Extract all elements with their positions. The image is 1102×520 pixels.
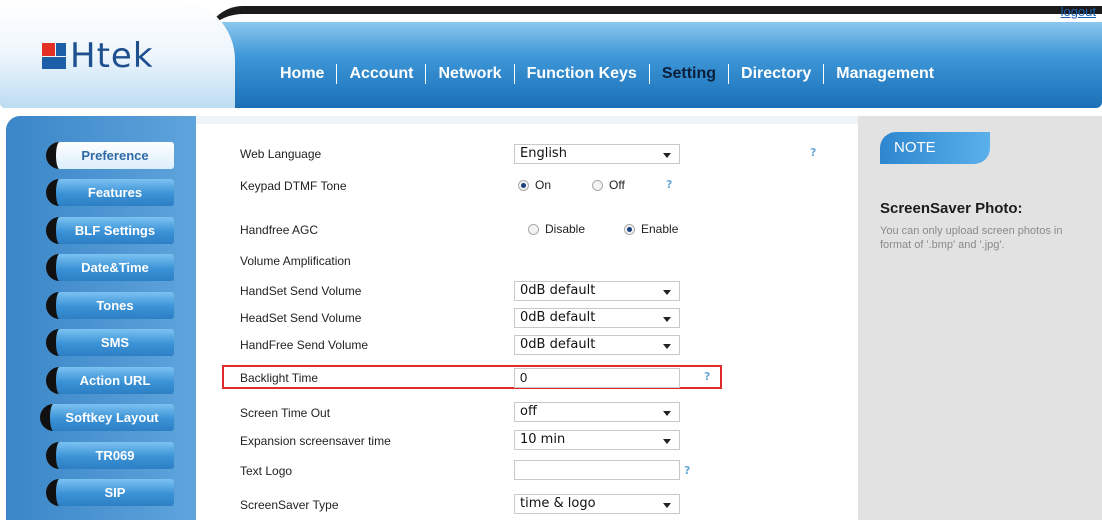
- nav-directory[interactable]: Directory: [729, 65, 823, 83]
- backlight-time-label: Backlight Time: [240, 371, 319, 385]
- expansion-screensaver-value: 10 min: [520, 432, 566, 447]
- chevron-down-icon: [663, 344, 671, 349]
- handfree-agc-disable: Disable: [528, 222, 585, 236]
- screensaver-type-select[interactable]: time & logo: [514, 494, 680, 514]
- expansion-screensaver-label: Expansion screensaver time: [240, 434, 391, 448]
- text-logo-input[interactable]: [514, 460, 680, 480]
- headset-send-volume-value: 0dB default: [520, 310, 596, 325]
- logo-text: Htek: [70, 36, 154, 76]
- screensaver-type-value: time & logo: [520, 496, 596, 511]
- nav-setting[interactable]: Setting: [650, 65, 728, 83]
- note-text: You can only upload screen photos in for…: [880, 225, 1063, 251]
- logout-link[interactable]: logout: [1061, 4, 1096, 19]
- help-icon[interactable]: ?: [684, 464, 690, 477]
- keypad-dtmf-label: Keypad DTMF Tone: [240, 179, 347, 193]
- handfree-send-volume-value: 0dB default: [520, 337, 596, 352]
- sidebar-item-sms[interactable]: SMS: [46, 329, 174, 356]
- form-top-border: [196, 116, 858, 124]
- chevron-down-icon: [663, 153, 671, 158]
- sidebar-item-tones[interactable]: Tones: [46, 292, 174, 319]
- keypad-dtmf-on-radio[interactable]: [518, 179, 529, 191]
- web-language-value: English: [520, 146, 567, 161]
- header: Htek logout Home Account Network Functio…: [0, 0, 1102, 108]
- web-language-select[interactable]: English: [514, 144, 680, 164]
- help-icon[interactable]: ?: [810, 146, 816, 159]
- handfree-agc-disable-label: Disable: [545, 222, 586, 236]
- web-language-label: Web Language: [240, 147, 322, 161]
- handfree-agc-enable-label: Enable: [641, 222, 679, 236]
- text-logo-label: Text Logo: [240, 464, 293, 478]
- nav-home[interactable]: Home: [268, 65, 336, 83]
- backlight-time-input[interactable]: 0: [514, 368, 680, 388]
- note-title: ScreenSaver Photo:: [880, 200, 1023, 217]
- handfree-send-volume-select[interactable]: 0dB default: [514, 335, 680, 355]
- main-nav: Home Account Network Function Keys Setti…: [268, 62, 946, 86]
- sidebar-item-blf-settings[interactable]: BLF Settings: [46, 217, 174, 244]
- headset-send-volume-select[interactable]: 0dB default: [514, 308, 680, 328]
- chevron-down-icon: [663, 290, 671, 295]
- note-tab: NOTE: [880, 132, 990, 164]
- handfree-agc-disable-radio[interactable]: [528, 223, 539, 235]
- help-icon[interactable]: ?: [666, 178, 672, 191]
- nav-function-keys[interactable]: Function Keys: [515, 65, 649, 83]
- sidebar-item-preference[interactable]: Preference: [46, 142, 174, 169]
- keypad-dtmf-on: On: [518, 178, 551, 192]
- handfree-send-volume-label: HandFree Send Volume: [240, 338, 369, 352]
- htek-logo: Htek: [42, 36, 154, 76]
- handset-send-volume-select[interactable]: 0dB default: [514, 281, 680, 301]
- expansion-screensaver-select[interactable]: 10 min: [514, 430, 680, 450]
- chevron-down-icon: [663, 317, 671, 322]
- volume-amplification-heading: Volume Amplification: [240, 254, 351, 268]
- keypad-dtmf-off-label: Off: [609, 178, 625, 192]
- sidebar-item-sip[interactable]: SIP: [46, 479, 174, 506]
- headset-send-volume-label: HeadSet Send Volume: [240, 311, 362, 325]
- preference-form: Web Language English ? Keypad DTMF Tone …: [196, 116, 858, 520]
- screensaver-type-label: ScreenSaver Type: [240, 498, 339, 512]
- sidebar-item-features[interactable]: Features: [46, 179, 174, 206]
- sidebar-item-tr069[interactable]: TR069: [46, 442, 174, 469]
- handfree-agc-enable-radio[interactable]: [624, 223, 635, 235]
- handset-send-volume-label: HandSet Send Volume: [240, 284, 362, 298]
- screen-time-out-value: off: [520, 404, 537, 419]
- screen-time-out-label: Screen Time Out: [240, 406, 331, 420]
- handset-send-volume-value: 0dB default: [520, 283, 596, 298]
- nav-account[interactable]: Account: [337, 65, 425, 83]
- sidebar-item-action-url[interactable]: Action URL: [46, 367, 174, 394]
- handfree-agc-label: Handfree AGC: [240, 223, 319, 237]
- sidebar: Preference Features BLF Settings Date&Ti…: [6, 116, 196, 520]
- screen-time-out-select[interactable]: off: [514, 402, 680, 422]
- nav-network[interactable]: Network: [426, 65, 513, 83]
- handfree-agc-enable: Enable: [624, 222, 678, 236]
- chevron-down-icon: [663, 411, 671, 416]
- note-panel: NOTE ScreenSaver Photo: You can only upl…: [858, 116, 1102, 520]
- sidebar-item-date-time[interactable]: Date&Time: [46, 254, 174, 281]
- keypad-dtmf-off: Off: [592, 178, 625, 192]
- sidebar-item-softkey-layout[interactable]: Softkey Layout: [40, 404, 174, 431]
- chevron-down-icon: [663, 439, 671, 444]
- keypad-dtmf-on-label: On: [535, 178, 552, 192]
- help-icon[interactable]: ?: [704, 370, 710, 383]
- keypad-dtmf-off-radio[interactable]: [592, 179, 603, 191]
- header-swoosh: [205, 6, 1102, 44]
- chevron-down-icon: [663, 503, 671, 508]
- logo-mark-icon: [42, 43, 66, 69]
- nav-management[interactable]: Management: [824, 65, 946, 83]
